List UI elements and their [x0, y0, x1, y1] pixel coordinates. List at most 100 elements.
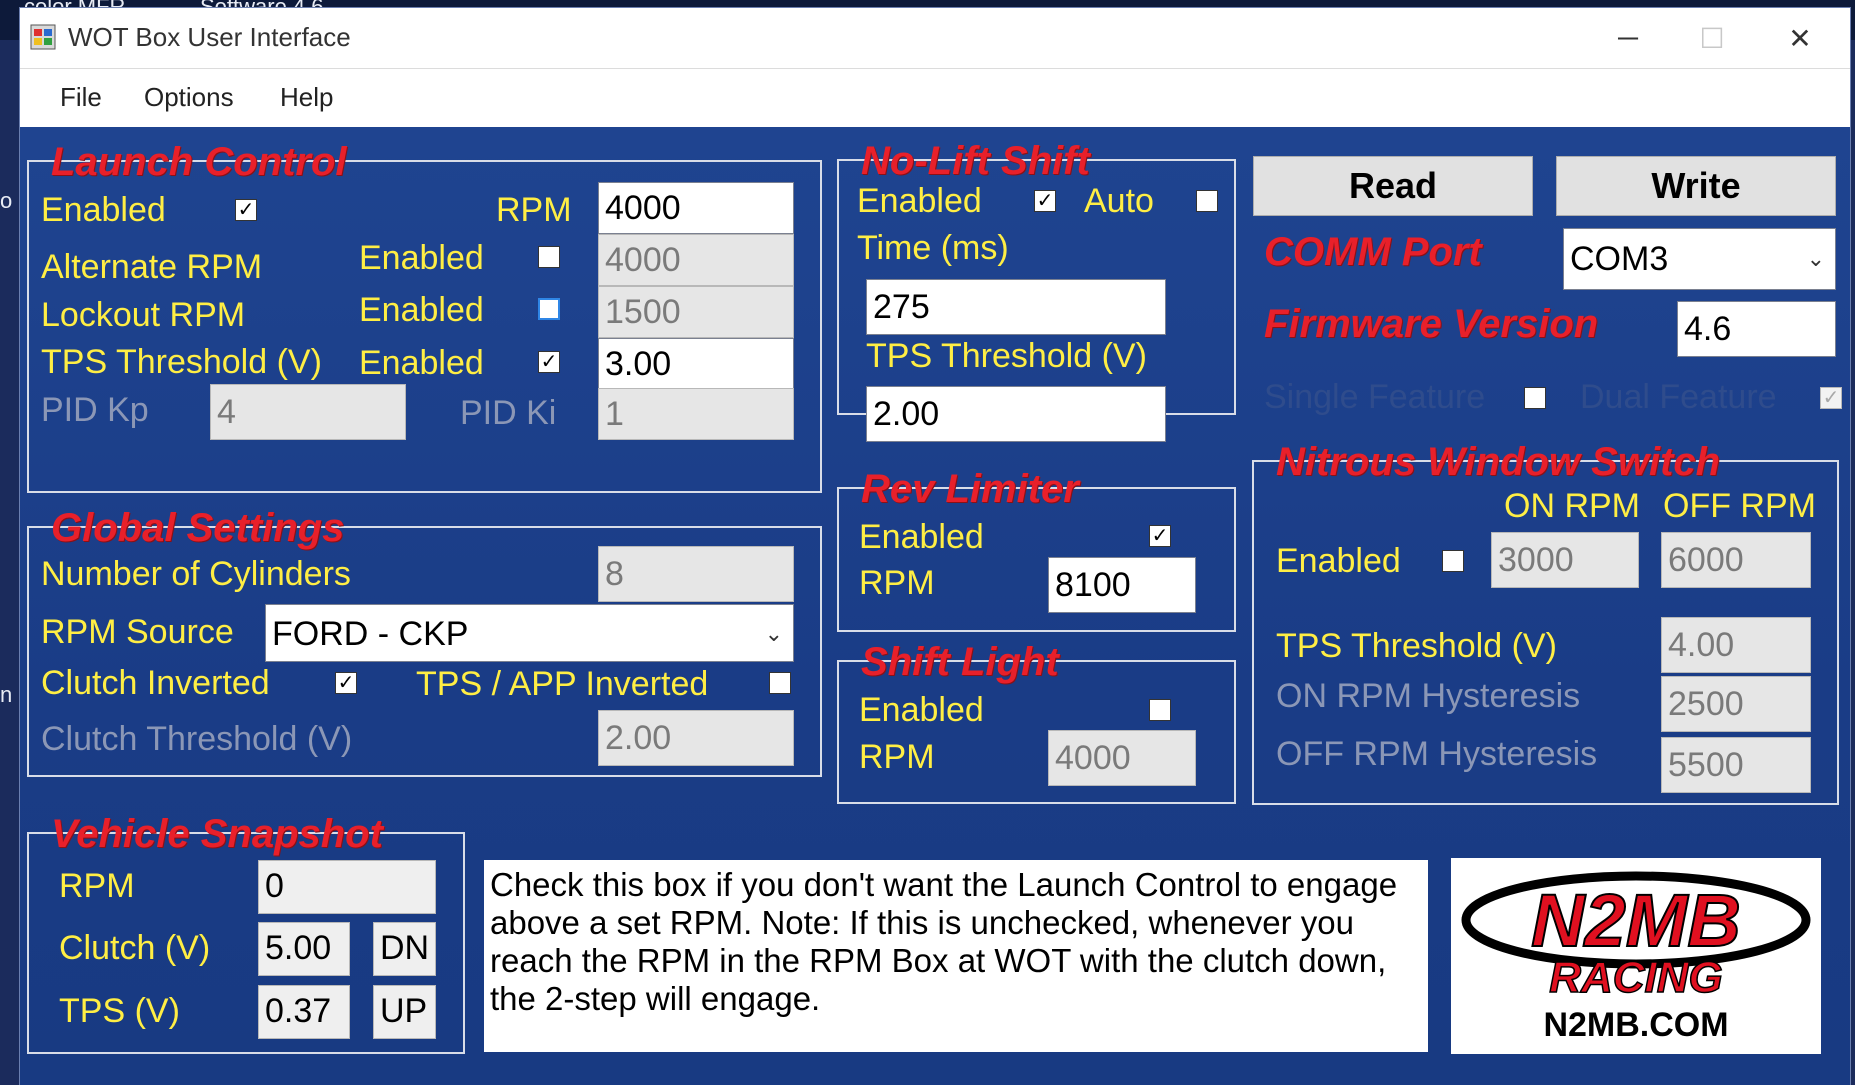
launch-tps-enabled-label: Enabled — [359, 344, 484, 382]
nitrous-tps-input[interactable]: 4.00 — [1661, 617, 1811, 673]
comm-port-select[interactable]: COM3 ⌄ — [1563, 228, 1836, 290]
dual-feature-checkbox[interactable]: ✓ — [1820, 387, 1842, 409]
alternate-rpm-input[interactable]: 4000 — [598, 234, 794, 286]
launch-rpm-input[interactable]: 4000 — [598, 182, 794, 234]
nitrous-off-hyst-input[interactable]: 5500 — [1661, 737, 1811, 793]
app-window: WOT Box User Interface ─ ☐ ✕ File Option… — [20, 8, 1850, 1085]
shift-enabled-label: Enabled — [859, 691, 984, 729]
nitrous-on-hyst-input[interactable]: 2500 — [1661, 676, 1811, 732]
vehicle-snapshot-group: Vehicle Snapshot RPM 0 Clutch (V) 5.00 D… — [27, 812, 465, 1054]
nitrous-on-hyst-label: ON RPM Hysteresis — [1276, 677, 1581, 715]
nitrous-enabled-checkbox[interactable] — [1442, 550, 1464, 572]
lockout-rpm-input[interactable]: 1500 — [598, 286, 794, 338]
app-icon — [30, 24, 56, 50]
shift-light-group: Shift Light Enabled RPM 4000 — [837, 640, 1236, 804]
nitrous-tps-label: TPS Threshold (V) — [1276, 627, 1557, 665]
dual-feature-label: Dual Feature — [1580, 378, 1777, 416]
chevron-down-icon: ⌄ — [764, 621, 783, 646]
single-feature-label: Single Feature — [1264, 378, 1486, 416]
maximize-button[interactable]: ☐ — [1672, 8, 1752, 68]
alternate-enabled-checkbox[interactable] — [538, 246, 560, 268]
clutch-inverted-label: Clutch Inverted — [41, 664, 270, 702]
rev-limiter-title: Rev Limiter — [857, 465, 1083, 513]
global-settings-title: Global Settings — [47, 504, 349, 552]
snapshot-tps-label: TPS (V) — [59, 992, 180, 1030]
pid-ki-input[interactable]: 1 — [598, 388, 794, 440]
rev-limiter-group: Rev Limiter Enabled ✓ RPM 8100 — [837, 467, 1236, 632]
no-lift-shift-group: No-Lift Shift Enabled ✓ Auto Time (ms) 2… — [837, 139, 1236, 442]
global-settings-group: Global Settings Number of Cylinders 8 RP… — [27, 506, 822, 777]
nitrous-enabled-label: Enabled — [1276, 542, 1401, 580]
menu-options[interactable]: Options — [144, 82, 234, 113]
menu-help[interactable]: Help — [280, 82, 333, 113]
lockout-enabled-checkbox[interactable] — [538, 298, 560, 320]
clutch-inverted-checkbox[interactable]: ✓ — [335, 672, 357, 694]
nitrous-off-hyst-label: OFF RPM Hysteresis — [1276, 735, 1598, 773]
launch-tps-input[interactable]: 3.00 — [598, 338, 794, 390]
firmware-version-value: 4.6 — [1677, 301, 1836, 357]
desktop-glyph-2: n — [0, 682, 13, 707]
cylinders-label: Number of Cylinders — [41, 555, 351, 593]
logo-brand: N2MB — [1531, 879, 1741, 962]
n2mb-racing-logo: N2MB RACING N2MB.COM — [1451, 858, 1821, 1054]
comm-port-value: COM3 — [1570, 240, 1669, 278]
launch-enabled-label: Enabled — [41, 191, 166, 229]
shift-enabled-checkbox[interactable] — [1149, 699, 1171, 721]
snapshot-rpm-label: RPM — [59, 867, 135, 905]
launch-rpm-label: RPM — [496, 191, 572, 229]
rev-enabled-checkbox[interactable]: ✓ — [1149, 525, 1171, 547]
nitrous-on-rpm-header: ON RPM — [1504, 487, 1640, 525]
nls-tps-label: TPS Threshold (V) — [866, 337, 1147, 375]
lockout-rpm-label: Lockout RPM — [41, 296, 246, 334]
window-title: WOT Box User Interface — [68, 22, 351, 52]
snapshot-clutch-value: 5.00 — [258, 922, 350, 976]
launch-tps-enabled-checkbox[interactable]: ✓ — [538, 351, 560, 373]
launch-enabled-checkbox[interactable]: ✓ — [235, 199, 257, 221]
rev-rpm-input[interactable]: 8100 — [1048, 557, 1196, 613]
shift-light-title: Shift Light — [857, 638, 1063, 686]
nls-time-label: Time (ms) — [857, 229, 1009, 267]
snapshot-tps-state: UP — [373, 985, 436, 1039]
help-text-box: Check this box if you don't want the Lau… — [484, 860, 1428, 1052]
logo-racing: RACING — [1549, 953, 1723, 1002]
n2mb-logo-graphic: N2MB RACING N2MB.COM — [1461, 871, 1811, 1044]
desktop-glyph-1: o — [0, 188, 13, 213]
alternate-rpm-label: Alternate RPM — [41, 248, 263, 286]
snapshot-clutch-state: DN — [373, 922, 436, 976]
nitrous-on-rpm-input[interactable]: 3000 — [1491, 532, 1639, 588]
write-button[interactable]: Write — [1556, 156, 1836, 216]
nls-tps-input[interactable]: 2.00 — [866, 386, 1166, 442]
nitrous-title: Nitrous Window Switch — [1272, 438, 1725, 486]
title-bar[interactable]: WOT Box User Interface ─ ☐ ✕ — [20, 8, 1850, 69]
clutch-threshold-input[interactable]: 2.00 — [598, 710, 794, 766]
minimize-button[interactable]: ─ — [1588, 8, 1668, 68]
nls-time-input[interactable]: 275 — [866, 279, 1166, 335]
close-button[interactable]: ✕ — [1760, 8, 1840, 68]
lockout-enabled-label: Enabled — [359, 291, 484, 329]
rpm-source-select[interactable]: FORD - CKP ⌄ — [265, 604, 794, 662]
tps-app-inverted-checkbox[interactable] — [769, 672, 791, 694]
snapshot-tps-value: 0.37 — [258, 985, 350, 1039]
nls-enabled-checkbox[interactable]: ✓ — [1034, 190, 1056, 212]
menu-file[interactable]: File — [60, 82, 102, 113]
rev-enabled-label: Enabled — [859, 518, 984, 556]
nitrous-off-rpm-input[interactable]: 6000 — [1661, 532, 1811, 588]
cylinders-input[interactable]: 8 — [598, 546, 794, 602]
launch-tps-label: TPS Threshold (V) — [41, 343, 322, 381]
chevron-down-icon: ⌄ — [1806, 246, 1825, 271]
rpm-source-value: FORD - CKP — [272, 615, 469, 653]
pid-kp-input[interactable]: 4 — [210, 384, 406, 440]
tps-app-inverted-label: TPS / APP Inverted — [416, 665, 709, 703]
clutch-threshold-label: Clutch Threshold (V) — [41, 720, 353, 758]
nls-auto-checkbox[interactable] — [1196, 190, 1218, 212]
rev-rpm-label: RPM — [859, 564, 935, 602]
read-button[interactable]: Read — [1253, 156, 1533, 216]
comm-port-label: COMM Port — [1264, 230, 1482, 274]
nls-enabled-label: Enabled — [857, 182, 982, 220]
pid-kp-label: PID Kp — [41, 391, 149, 429]
single-feature-checkbox[interactable] — [1524, 387, 1546, 409]
shift-rpm-input[interactable]: 4000 — [1048, 730, 1196, 786]
main-panel: Launch Control Enabled ✓ RPM 4000 Altern… — [20, 127, 1850, 1085]
launch-control-group: Launch Control Enabled ✓ RPM 4000 Altern… — [27, 140, 822, 493]
menu-bar: File Options Help — [20, 69, 1850, 127]
